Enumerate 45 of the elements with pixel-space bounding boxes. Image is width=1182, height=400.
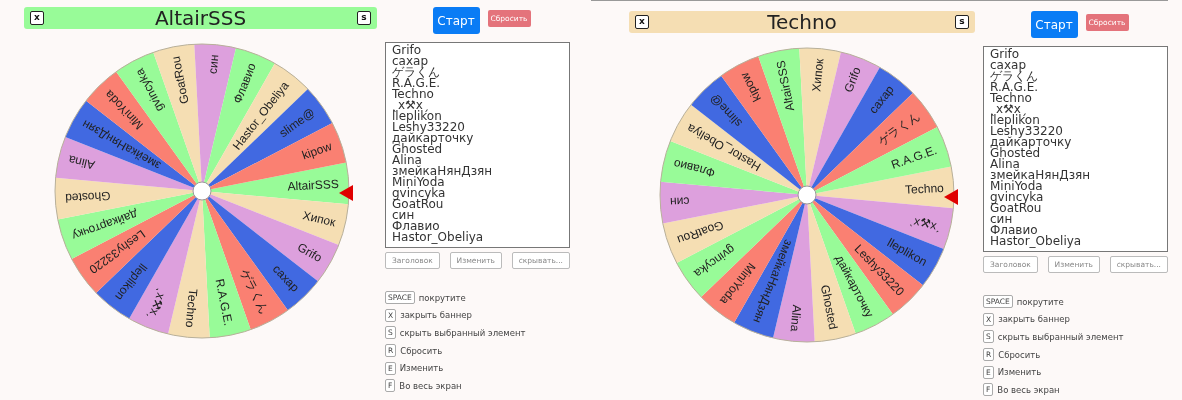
segment-label: Ghosted [64, 188, 111, 206]
start-button[interactable]: Старт [1030, 11, 1078, 38]
segment-label: Techno [182, 288, 201, 329]
segment-label: Techno [904, 180, 945, 197]
segment-label: ˎx⚒xˏ [908, 212, 942, 234]
segment-label: Хипок [809, 57, 827, 93]
segment-label: Grifo [841, 65, 864, 95]
shortcut-label: закрыть баннер [400, 310, 472, 321]
shortcut-label: закрыть баннер [998, 314, 1070, 325]
segment-label: AltairSSS [773, 59, 798, 113]
banner-title: AltairSSS [154, 7, 247, 29]
close-key-button[interactable]: x [635, 15, 649, 29]
shortcut-label: покрутите [418, 292, 466, 303]
segment-label: син [669, 194, 690, 210]
segment-label: Grifo [294, 239, 325, 265]
pointer-icon [944, 189, 958, 205]
shortcut-label: скрыть выбранный элемент [997, 332, 1124, 342]
pointer-icon [339, 185, 353, 201]
close-key-button[interactable]: x [30, 11, 44, 25]
shortcut-label: Во весь экран [399, 380, 462, 391]
entries-field[interactable]: Grifo сахар ゲラくん R.A.G.E. Techno ˎx⚒xˏ lleplikon Leshy33220 дайкарточку Ghosted Alina змейкаНянДзян MiniYoda gvincyka GoatRou син Флавио Hastor_Obeliya [385, 42, 570, 248]
segment-label: AltairSSS [287, 176, 340, 194]
segment-label: kipow [300, 139, 334, 163]
shortcut-label: Сбросить [400, 345, 443, 356]
wheel-hub [797, 185, 817, 205]
segment-label: kipow [737, 70, 765, 104]
segment-label: ゲラくん [236, 266, 272, 316]
shortcut-label: Во весь экран [997, 384, 1060, 395]
segment-label: R.A.G.E. [212, 277, 236, 327]
hide-key-button[interactable]: s [955, 15, 969, 29]
hide-key-button[interactable]: s [357, 11, 371, 25]
segment-label: ˎx⚒xˏ [145, 287, 170, 321]
start-button[interactable]: Старт [432, 7, 480, 34]
segment-label: GoatRou [168, 55, 192, 106]
segment-label: Хипок [301, 208, 337, 230]
wheel-hub [192, 181, 212, 201]
entries-field[interactable]: Grifo сахар ゲラくん R.A.G.E. Techno ˎx⚒xˏ lleplikon Leshy33220 дайкарточку Ghosted Alina змейкаНянДзян MiniYoda gvincyka GoatRou син Флавио Hastor_Obeliya [983, 46, 1168, 252]
shortcut-label: Изменить [997, 367, 1042, 378]
shortcut-label: Изменить [399, 363, 444, 374]
shortcut-label: Сбросить [998, 349, 1041, 360]
shortcut-label: покрутите [1016, 296, 1064, 307]
segment-label: син [205, 53, 222, 75]
segment-label: Alina [787, 304, 804, 333]
banner-title: Techno [767, 11, 837, 33]
shortcut-label: скрыть выбранный элемент [399, 328, 526, 338]
